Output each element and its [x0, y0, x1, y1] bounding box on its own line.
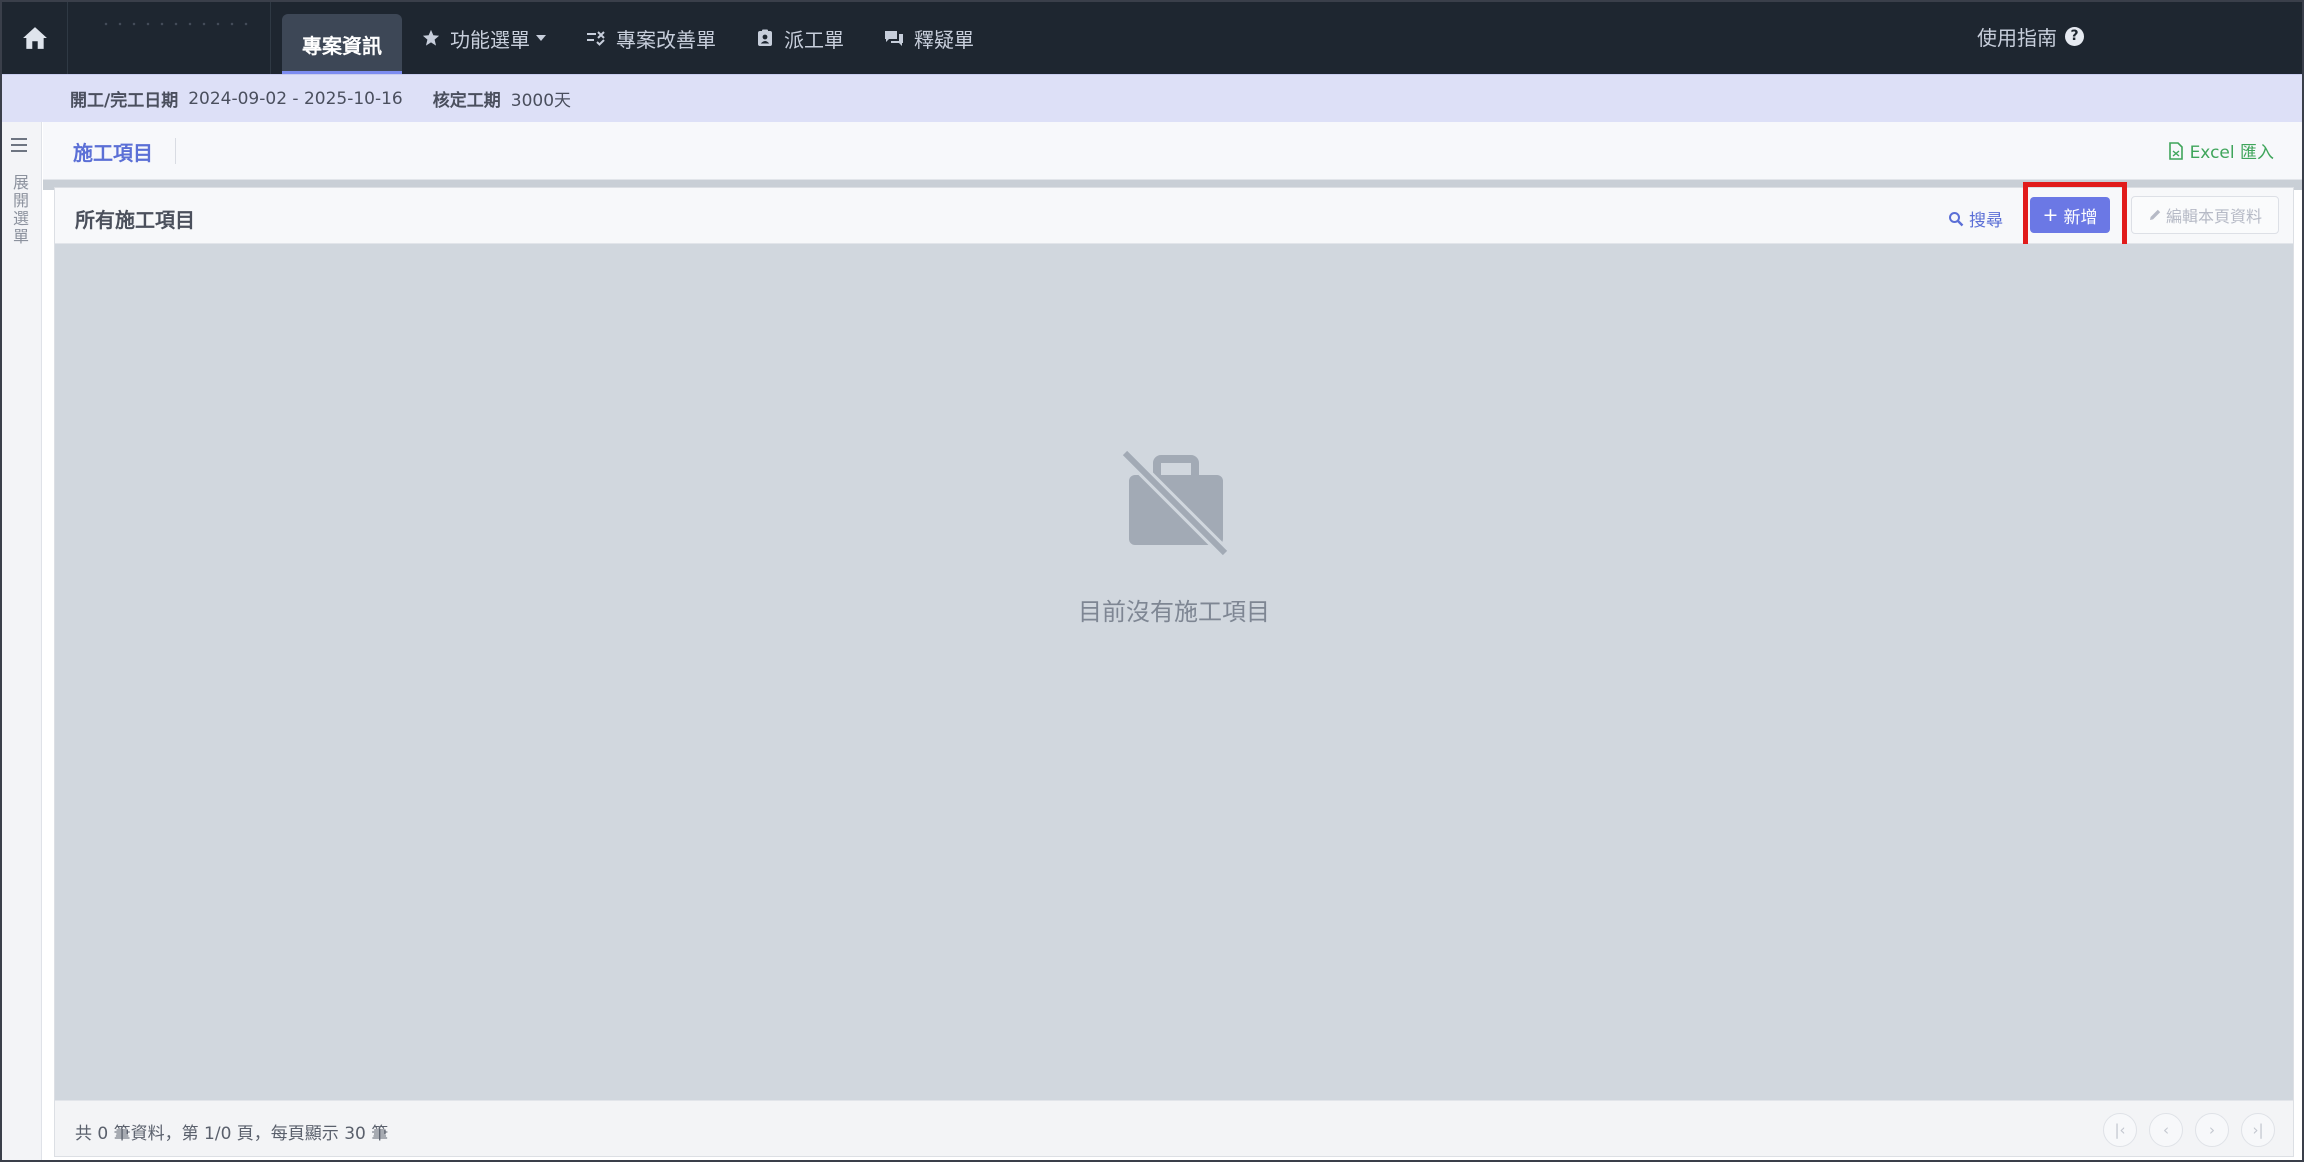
nav-project-info[interactable]: 專案資訊	[282, 14, 402, 75]
app-window: 專案資訊 功能選單 專案改善單 派工單 釋疑單 使用指南 ? 開工/完工日期 2…	[0, 0, 2304, 1162]
page-title: 施工項目	[73, 141, 153, 165]
expand-menu-label[interactable]: 展開選單	[10, 174, 30, 246]
chat-icon	[884, 29, 904, 47]
excel-import-button[interactable]: Excel 匯入	[2168, 138, 2274, 163]
date-label: 開工/完工日期	[70, 91, 179, 111]
collapsed-sidebar[interactable]: 展開選單	[2, 122, 42, 1160]
card-header: 所有施工項目 搜尋 + 新增 編輯本頁資料	[55, 182, 2293, 250]
add-label: 新增	[2063, 207, 2098, 228]
next-page-button[interactable]: ›	[2195, 1113, 2229, 1147]
construction-items-card: 所有施工項目 搜尋 + 新增 編輯本頁資料 目前沒有施工項目 共 0 筆資料，第…	[54, 182, 2294, 1157]
prev-page-button[interactable]: ‹	[2149, 1113, 2183, 1147]
badge-icon	[756, 29, 774, 47]
nav-label: 派工單	[784, 27, 844, 52]
nav-label: 專案資訊	[302, 33, 382, 58]
empty-message: 目前沒有施工項目	[1078, 598, 1270, 626]
divider	[175, 138, 176, 164]
first-page-icon: |‹	[2114, 1121, 2126, 1139]
duration-value: 3000天	[510, 91, 572, 111]
excel-file-icon	[2168, 141, 2183, 160]
nav-label: 專案改善單	[616, 27, 716, 52]
logo[interactable]	[69, 2, 271, 74]
plus-icon: +	[2042, 204, 2059, 226]
home-button[interactable]	[2, 2, 68, 74]
nav-label: 釋疑單	[914, 27, 974, 52]
nav-dispatch-order[interactable]: 派工單	[736, 2, 864, 74]
edit-page-data-button[interactable]: 編輯本頁資料	[2131, 196, 2279, 234]
help-icon: ?	[2065, 26, 2084, 46]
checklist-icon	[586, 29, 606, 47]
highlight-box: + 新增	[2023, 182, 2127, 250]
pagination-controls: |‹ ‹ › ›|	[2091, 1113, 2275, 1147]
chevron-left-icon: ‹	[2163, 1121, 2169, 1139]
page-header: 施工項目 Excel 匯入	[43, 122, 2302, 180]
search-icon	[1948, 211, 1964, 227]
user-guide-link[interactable]: 使用指南 ?	[1977, 2, 2084, 70]
search-button[interactable]: 搜尋	[1948, 206, 2003, 231]
pencil-icon	[2148, 208, 2162, 222]
nav-label: 功能選單	[450, 27, 530, 52]
duration-label: 核定工期	[432, 91, 501, 111]
pagination-summary: 共 0 筆資料，第 1/0 頁，每頁顯示 30 筆	[75, 1124, 389, 1144]
star-icon	[422, 29, 440, 47]
first-page-button[interactable]: |‹	[2103, 1113, 2137, 1147]
date-value: 2024-09-02 - 2025-10-16	[188, 88, 403, 109]
last-page-button[interactable]: ›|	[2241, 1113, 2275, 1147]
caret-down-icon	[536, 35, 546, 41]
edit-label: 編輯本頁資料	[2165, 207, 2262, 226]
last-page-icon: ›|	[2252, 1121, 2264, 1139]
main-nav: 專案資訊 功能選單 專案改善單 派工單 釋疑單	[282, 2, 994, 75]
empty-state: 目前沒有施工項目	[55, 244, 2293, 1102]
excel-import-label: Excel 匯入	[2189, 143, 2274, 163]
no-briefcase-icon	[1118, 446, 1232, 563]
user-guide-label: 使用指南	[1977, 25, 2057, 50]
home-icon	[22, 27, 47, 49]
nav-improvement-order[interactable]: 專案改善單	[566, 2, 736, 74]
project-info-bar: 開工/完工日期 2024-09-02 - 2025-10-16 核定工期 300…	[2, 74, 2302, 122]
card-title: 所有施工項目	[75, 208, 195, 232]
top-navbar: 專案資訊 功能選單 專案改善單 派工單 釋疑單 使用指南 ?	[2, 2, 2302, 75]
menu-icon[interactable]	[11, 138, 27, 156]
chevron-right-icon: ›	[2209, 1121, 2215, 1139]
search-label: 搜尋	[1969, 211, 2003, 231]
nav-function-menu[interactable]: 功能選單	[402, 2, 566, 74]
nav-clarification-order[interactable]: 釋疑單	[864, 2, 994, 74]
add-button[interactable]: + 新增	[2030, 197, 2110, 233]
card-footer: 共 0 筆資料，第 1/0 頁，每頁顯示 30 筆 |‹ ‹ › ›|	[55, 1100, 2293, 1156]
